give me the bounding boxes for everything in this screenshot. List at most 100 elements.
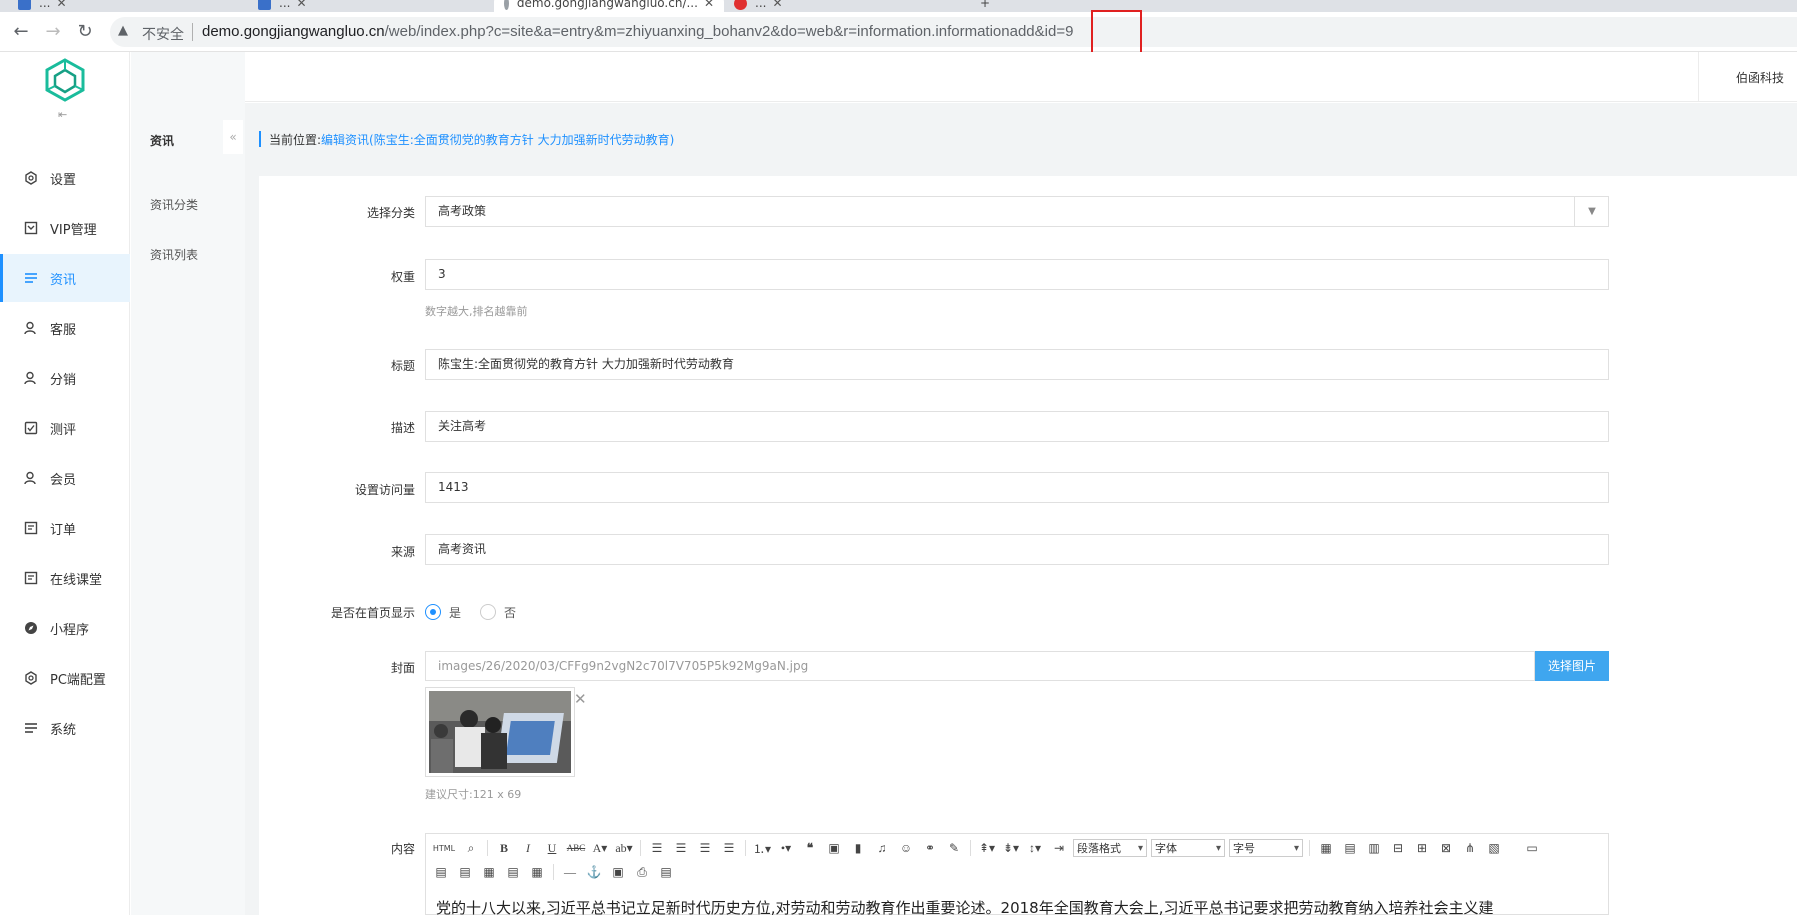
align-right-icon[interactable]: ☰ — [695, 839, 715, 857]
toolbar-row-2: ▤ ▤ ▦ ▤ ▦ — ⚓ ▣ ⎙ ▤ — [431, 862, 676, 882]
show-home-no-radio[interactable] — [480, 604, 496, 620]
url-text[interactable]: demo.gongjiangwangluo.cn/web/index.php?c… — [202, 23, 1073, 40]
horizontal-rule-icon[interactable]: — — [560, 863, 580, 881]
title-input[interactable]: 陈宝生:全面贯彻党的教育方针 大力加强新时代劳动教育 — [425, 349, 1609, 380]
music-icon[interactable]: ♫ — [872, 839, 892, 857]
strikethrough-icon[interactable]: ABC — [566, 839, 586, 857]
weight-input[interactable]: 3 — [425, 259, 1609, 290]
insert-row-below-icon[interactable]: ▥ — [1364, 839, 1384, 857]
breadcrumb-path[interactable]: 编辑资讯(陈宝生:全面贯彻党的教育方针 大力加强新时代劳动教育) — [321, 131, 674, 148]
bold-icon[interactable]: B — [494, 839, 514, 857]
table-merge-icon[interactable]: ▤ — [503, 863, 523, 881]
print-icon[interactable]: ⎙ — [632, 863, 652, 881]
align-left-icon[interactable]: ☰ — [647, 839, 667, 857]
align-justify-icon[interactable]: ☰ — [719, 839, 739, 857]
delete-row-icon[interactable]: ⊟ — [1388, 839, 1408, 857]
reload-icon[interactable]: ↻ — [74, 21, 96, 43]
template-icon[interactable]: ▣ — [608, 863, 628, 881]
font-family-select[interactable]: 字体 — [1151, 839, 1225, 857]
link-icon[interactable]: ⚭ — [920, 839, 940, 857]
close-icon[interactable]: ✕ — [772, 0, 782, 10]
omnibox[interactable]: ▲ 不安全 demo.gongjiangwangluo.cn/web/index… — [110, 17, 1797, 47]
browser-tab[interactable]: ... ✕ — [734, 0, 964, 12]
sidebar-item-orders[interactable]: 订单 — [0, 504, 130, 552]
sidebar-item-pc-config[interactable]: PC端配置 — [0, 654, 130, 702]
sidebar-item-service[interactable]: 客服 — [0, 304, 130, 352]
row-spacing-top-icon[interactable]: ⇞▾ — [977, 839, 997, 857]
sidebar-item-vip[interactable]: VIP管理 — [0, 204, 130, 252]
sidebar-collapse-icon[interactable]: ⇤ — [58, 108, 67, 121]
views-input[interactable]: 1413 — [425, 472, 1609, 503]
back-arrow-icon[interactable]: ← — [10, 21, 32, 43]
weight-label: 权重 — [390, 270, 415, 284]
company-name[interactable]: 伯函科技 — [1736, 69, 1784, 86]
paragraph-format-select[interactable]: 段落格式 — [1073, 839, 1147, 857]
browser-tab-active[interactable]: demo.gongjiangwangluo.cn/... ✕ — [494, 0, 724, 12]
sidebar-item-assessment[interactable]: 测评 — [0, 404, 130, 452]
insert-row-above-icon[interactable]: ▤ — [1340, 839, 1360, 857]
font-color-icon[interactable]: A▾ — [590, 839, 610, 857]
close-icon[interactable]: ✕ — [704, 0, 714, 10]
forward-arrow-icon[interactable]: → — [42, 21, 64, 43]
choose-image-button[interactable]: 选择图片 — [1535, 651, 1609, 681]
eraser-icon[interactable]: ✎ — [944, 839, 964, 857]
sidebar-item-online-class[interactable]: 在线课堂 — [0, 554, 130, 602]
sidebar-item-system[interactable]: 系统 — [0, 704, 130, 752]
subnav-collapse-icon[interactable]: « — [223, 120, 243, 154]
browser-tab[interactable]: ... ✕ — [18, 0, 248, 12]
emoji-icon[interactable]: ☺ — [896, 839, 916, 857]
subnav-item-categories[interactable]: 资讯分类 — [150, 196, 198, 213]
cover-path-input[interactable]: images/26/2020/03/CFFg9n2vgN2c70l7V705P5… — [425, 651, 1535, 681]
source-input[interactable]: 高考资讯 — [425, 534, 1609, 565]
insert-table-icon[interactable]: ▦ — [1316, 839, 1336, 857]
ordered-list-icon[interactable]: ⒈▾ — [752, 839, 772, 857]
line-height-icon[interactable]: ↕▾ — [1025, 839, 1045, 857]
sidebar-item-settings[interactable]: 设置 — [0, 154, 130, 202]
merge-cells-icon[interactable]: ⋔ — [1460, 839, 1480, 857]
show-home-yes-radio[interactable] — [425, 604, 441, 620]
description-input[interactable]: 关注高考 — [425, 411, 1609, 442]
close-icon[interactable]: ✕ — [56, 0, 66, 10]
table-grid-icon[interactable]: ▦ — [527, 863, 547, 881]
chevron-down-icon[interactable]: ▼ — [1574, 196, 1609, 227]
sidebar-item-distribution[interactable]: 分销 — [0, 354, 130, 402]
anchor-icon[interactable]: ⚓ — [584, 863, 604, 881]
compass-icon — [24, 621, 38, 635]
tab-label: ... — [755, 0, 767, 10]
sidebar-item-news[interactable]: 资讯 — [0, 254, 130, 302]
unordered-list-icon[interactable]: •▾ — [776, 839, 796, 857]
sidebar-item-miniprogram[interactable]: 小程序 — [0, 604, 130, 652]
blockquote-icon[interactable]: ❝ — [800, 839, 820, 857]
sidebar-item-members[interactable]: 会员 — [0, 454, 130, 502]
table-props-icon[interactable]: ▤ — [431, 863, 451, 881]
show-home-no-label[interactable]: 否 — [504, 604, 516, 621]
align-center-icon[interactable]: ☰ — [671, 839, 691, 857]
show-home-yes-label[interactable]: 是 — [449, 604, 461, 621]
topbar-divider — [1698, 52, 1699, 102]
html-source-icon[interactable]: HTML — [431, 839, 457, 857]
video-icon[interactable]: ▮ — [848, 839, 868, 857]
close-icon[interactable]: ✕ — [296, 0, 306, 10]
new-tab-button[interactable]: + — [980, 0, 1000, 12]
browser-tab[interactable]: ... ✕ — [258, 0, 488, 12]
search-icon[interactable]: ⌕ — [461, 839, 481, 857]
underline-icon[interactable]: U — [542, 839, 562, 857]
highlight-color-icon[interactable]: ab▾ — [614, 839, 634, 857]
remove-image-icon[interactable]: ✕ — [574, 690, 587, 708]
category-select[interactable]: 高考政策 — [425, 196, 1609, 227]
subnav-item-list[interactable]: 资讯列表 — [150, 246, 198, 263]
rich-text-editor[interactable]: HTML ⌕ B I U ABC A▾ ab▾ ☰ ☰ ☰ ☰ ⒈▾ •▾ ❝ … — [425, 833, 1609, 917]
cell-props-icon[interactable]: ▤ — [455, 863, 475, 881]
image-icon[interactable]: ▣ — [824, 839, 844, 857]
table-split-icon[interactable]: ▦ — [479, 863, 499, 881]
preview-icon[interactable]: ▭ — [1522, 839, 1542, 857]
delete-column-icon[interactable]: ⊠ — [1436, 839, 1456, 857]
sidebar-item-label: 在线课堂 — [50, 572, 103, 588]
italic-icon[interactable]: I — [518, 839, 538, 857]
indent-icon[interactable]: ⇥ — [1049, 839, 1069, 857]
insert-column-icon[interactable]: ⊞ — [1412, 839, 1432, 857]
row-spacing-bottom-icon[interactable]: ⇟▾ — [1001, 839, 1021, 857]
paste-icon[interactable]: ▤ — [656, 863, 676, 881]
split-cells-icon[interactable]: ▧ — [1484, 839, 1504, 857]
font-size-select[interactable]: 字号 — [1229, 839, 1303, 857]
